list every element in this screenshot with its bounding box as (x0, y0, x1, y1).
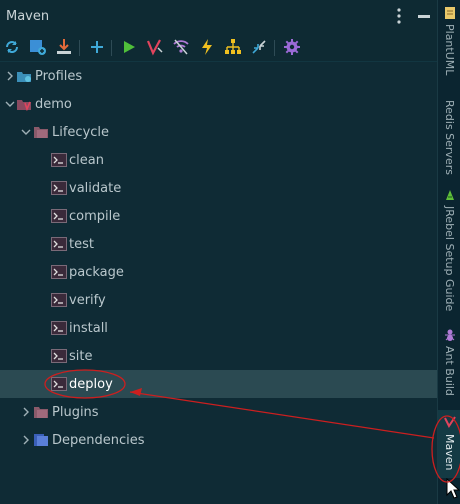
maven-goal-icon (51, 181, 67, 195)
tab-label: Maven (443, 434, 456, 471)
tree-node-goal[interactable]: package (0, 258, 437, 286)
tree-node-label: clean (69, 152, 104, 168)
tab-label: JRebel Setup Guide (443, 206, 456, 312)
chevron-right-icon[interactable] (21, 407, 31, 417)
tree-node-label: demo (35, 96, 72, 112)
maven-goal-icon (51, 293, 67, 307)
tree-node-label: compile (69, 208, 121, 224)
tree-node-label: install (69, 320, 108, 336)
maven-goal-icon[interactable] (146, 38, 164, 56)
tool-window-header: Maven (0, 0, 437, 33)
tool-window-title: Maven (6, 9, 50, 24)
tab-plantuml[interactable]: PlantUML (438, 6, 460, 92)
tab-jrebel-setup-guide[interactable]: JRebel Setup Guide (438, 188, 460, 314)
add-icon[interactable] (88, 38, 106, 56)
tree-node-goal[interactable]: install (0, 314, 437, 342)
tree-node-plugins[interactable]: Plugins (0, 398, 437, 426)
tab-label: Ant Build (443, 346, 456, 396)
maven-goal-icon (51, 349, 67, 363)
reload-icon[interactable] (3, 38, 21, 56)
plantuml-icon (444, 7, 455, 19)
more-options-icon[interactable] (393, 7, 405, 25)
tab-label: PlantUML (443, 24, 456, 76)
tree-node-label: Dependencies (52, 432, 145, 448)
chevron-right-icon[interactable] (21, 435, 31, 445)
tree-node-goal[interactable]: verify (0, 286, 437, 314)
tree-node-label: package (69, 264, 124, 280)
toggle-offline-icon[interactable] (172, 38, 190, 56)
jrebel-icon (445, 190, 454, 200)
tab-ant-build[interactable]: Ant Build (438, 328, 460, 400)
tree-node-label: Lifecycle (52, 124, 110, 140)
chevron-down-icon[interactable] (5, 99, 15, 109)
toolbar-separator (111, 40, 112, 56)
show-dependencies-icon[interactable] (224, 38, 242, 56)
run-icon[interactable] (120, 38, 138, 56)
tree-node-profiles[interactable]: Profiles (0, 62, 437, 90)
tree-node-label: Profiles (35, 68, 83, 84)
ant-icon (444, 329, 455, 341)
tree-node-goal[interactable]: test (0, 230, 437, 258)
maven-goal-icon (51, 153, 67, 167)
tree-node-lifecycle[interactable]: Lifecycle (0, 118, 437, 146)
toolbar-separator (79, 40, 80, 56)
tree-node-label: deploy (69, 376, 113, 392)
tree-node-goal[interactable]: validate (0, 174, 437, 202)
tab-label: Redis Servers (443, 100, 456, 175)
profiles-folder-icon (17, 72, 31, 82)
toolbar-separator (274, 40, 275, 56)
minimize-icon[interactable] (418, 15, 430, 18)
tree-node-goal[interactable]: site (0, 342, 437, 370)
settings-icon[interactable] (283, 38, 301, 56)
maven-goal-icon (51, 237, 67, 251)
tree-node-label: test (69, 236, 94, 252)
download-icon[interactable] (55, 38, 73, 56)
collapse-all-icon[interactable] (250, 38, 268, 56)
maven-goal-icon (51, 377, 67, 391)
maven-goal-icon (51, 321, 67, 335)
tree-node-project[interactable]: demo (0, 90, 437, 118)
tab-maven[interactable]: Maven (438, 410, 460, 478)
maven-project-icon (17, 100, 31, 111)
folder-icon (34, 127, 48, 138)
tree-node-goal-selected[interactable]: deploy (0, 370, 437, 398)
chevron-right-icon[interactable] (5, 71, 15, 81)
folder-icon (34, 407, 48, 418)
tree-node-label: verify (69, 292, 106, 308)
right-tool-window-strip: PlantUML Redis Servers JRebel Setup Guid… (437, 0, 460, 504)
tree-node-label: site (69, 348, 93, 364)
skip-tests-icon[interactable] (198, 38, 216, 56)
tree-node-goal[interactable]: clean (0, 146, 437, 174)
mouse-cursor-icon (446, 478, 460, 499)
dependencies-folder-icon (34, 434, 48, 446)
tree-node-dependencies[interactable]: Dependencies (0, 426, 437, 454)
tab-redis-servers[interactable]: Redis Servers (438, 100, 460, 175)
generate-sources-icon[interactable] (29, 38, 47, 56)
maven-icon (443, 416, 456, 428)
tree-node-goal[interactable]: compile (0, 202, 437, 230)
maven-goal-icon (51, 265, 67, 279)
tree-node-label: Plugins (52, 404, 99, 420)
tree-node-label: validate (69, 180, 122, 196)
maven-goal-icon (51, 209, 67, 223)
chevron-down-icon[interactable] (21, 127, 31, 137)
maven-toolbar (0, 33, 437, 62)
maven-project-tree: Profiles demo Lifecycle clean validate c… (0, 62, 437, 504)
